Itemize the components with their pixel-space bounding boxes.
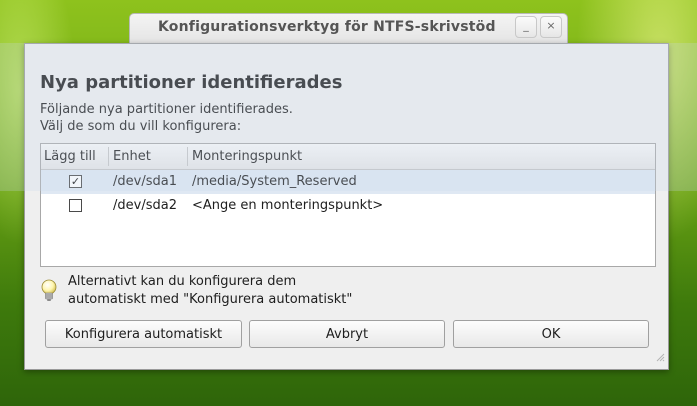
description-line-1: Följande nya partitioner identifierades. xyxy=(40,102,293,117)
column-header-add[interactable]: Lägg till xyxy=(44,149,96,164)
info-hint-line-2: automatiskt med "Konfigurera automatiskt… xyxy=(68,292,353,307)
ok-button[interactable]: OK xyxy=(453,320,649,348)
lightbulb-icon xyxy=(40,279,58,307)
new-partitions-dialog: Nya partitioner identifierades Följande … xyxy=(24,43,669,370)
column-header-mountpoint[interactable]: Monteringspunkt xyxy=(192,149,302,164)
partition-list[interactable]: Lägg till Enhet Monteringspunkt ✓ /dev/s… xyxy=(40,143,656,267)
mountpoint-cell[interactable]: <Ange en monteringspunkt> xyxy=(192,198,383,213)
list-header: Lägg till Enhet Monteringspunkt xyxy=(41,144,655,170)
add-checkbox[interactable]: ✓ xyxy=(69,175,82,188)
info-hint-line-1: Alternativt kan du konfigurera dem xyxy=(68,274,297,289)
resize-grip-icon[interactable] xyxy=(655,351,665,366)
dialog-heading: Nya partitioner identifierades xyxy=(40,72,343,93)
cancel-button[interactable]: Avbryt xyxy=(249,320,445,348)
table-row[interactable]: ✓ /dev/sda1 /media/System_Reserved xyxy=(41,170,655,194)
device-cell: /dev/sda2 xyxy=(113,198,177,213)
minimize-button[interactable]: _ xyxy=(515,16,537,38)
add-checkbox[interactable] xyxy=(69,199,82,212)
column-header-device[interactable]: Enhet xyxy=(113,149,151,164)
background-window-title: Konfigurationsverktyg för NTFS-skrivstöd xyxy=(158,19,496,35)
close-button[interactable]: × xyxy=(540,16,562,38)
configure-automatically-button[interactable]: Konfigurera automatiskt xyxy=(45,320,242,348)
description-line-2: Välj de som du vill konfigurera: xyxy=(40,119,242,134)
column-separator xyxy=(108,147,109,166)
mountpoint-cell[interactable]: /media/System_Reserved xyxy=(192,174,357,189)
info-hint: Alternativt kan du konfigurera dem autom… xyxy=(68,273,352,309)
table-row[interactable]: /dev/sda2 <Ange en monteringspunkt> xyxy=(41,194,655,218)
dialog-description: Följande nya partitioner identifierades.… xyxy=(40,101,293,135)
column-separator xyxy=(187,147,188,166)
device-cell: /dev/sda1 xyxy=(113,174,177,189)
